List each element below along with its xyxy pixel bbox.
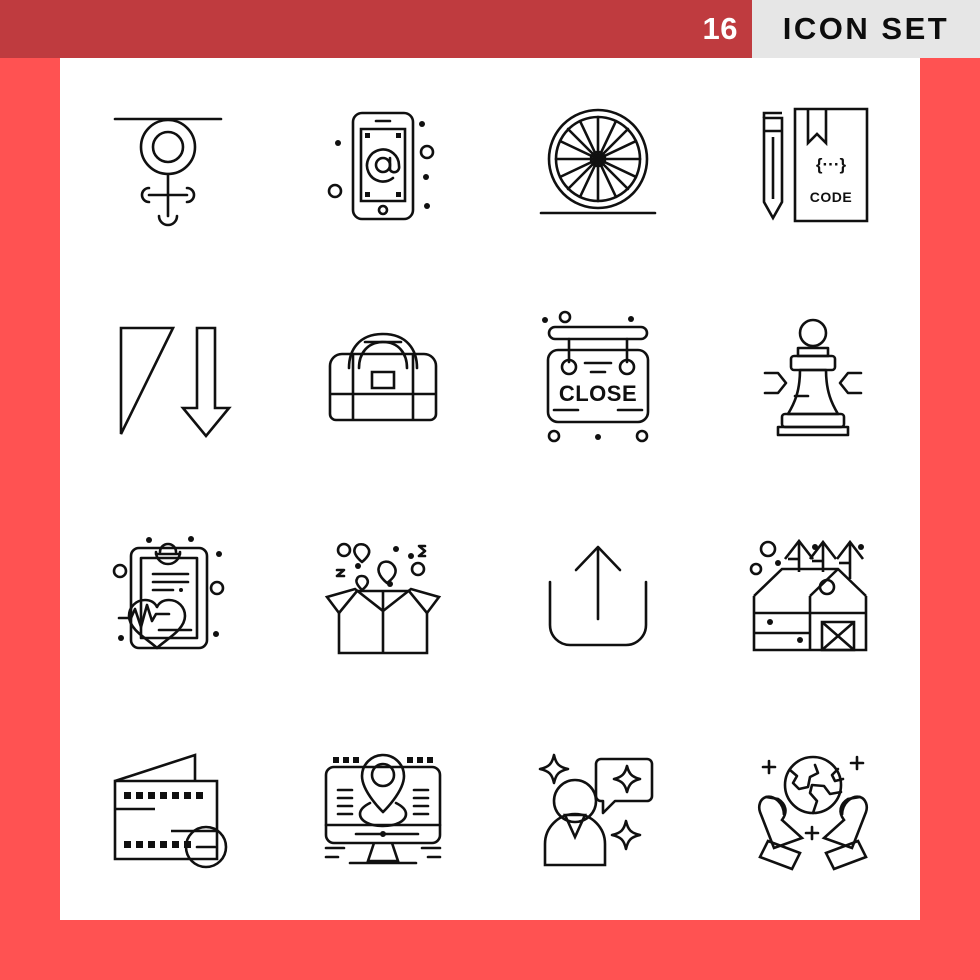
icon-cell-medical-report[interactable] — [60, 489, 275, 705]
header-bar-fill — [0, 0, 693, 58]
code-book-label: CODE — [809, 189, 851, 205]
coding-book-icon: {···} CODE — [738, 91, 888, 241]
user-testimonial-icon — [523, 737, 673, 887]
icon-cell-farm-barn[interactable] — [705, 489, 920, 705]
desktop-location-icon — [308, 737, 458, 887]
icon-count-badge: 16 — [692, 0, 752, 58]
duffel-bag-icon — [308, 306, 458, 456]
icon-grid: {···} CODE CLOSE — [60, 58, 920, 920]
poster-header: 16 ICON SET — [0, 0, 980, 58]
flag-down-arrow-icon — [93, 306, 243, 456]
icon-cell-upload-share[interactable] — [490, 489, 705, 705]
icon-cell-female-gender-symbol[interactable] — [60, 58, 275, 274]
icon-cell-hands-globe[interactable] — [705, 705, 920, 921]
icon-cell-flag-down-arrow[interactable] — [60, 274, 275, 490]
icon-cell-user-testimonial[interactable] — [490, 705, 705, 921]
icon-cell-gift-box-hearts[interactable] — [275, 489, 490, 705]
icon-cell-duffel-bag[interactable] — [275, 274, 490, 490]
poster-title: ICON SET — [752, 0, 980, 58]
chess-pawn-icon — [738, 306, 888, 456]
icon-cell-wallet-remove[interactable] — [60, 705, 275, 921]
wagon-wheel-icon — [523, 91, 673, 241]
icon-cell-close-signboard[interactable]: CLOSE — [490, 274, 705, 490]
icon-cell-chess-pawn[interactable] — [705, 274, 920, 490]
female-gender-symbol-icon — [93, 91, 243, 241]
farm-barn-icon — [738, 522, 888, 672]
hands-globe-icon — [738, 737, 888, 887]
close-sign-label: CLOSE — [558, 381, 636, 406]
gift-box-hearts-icon — [308, 522, 458, 672]
icon-cell-desktop-location[interactable] — [275, 705, 490, 921]
icon-cell-wagon-wheel[interactable] — [490, 58, 705, 274]
icon-cell-coding-book[interactable]: {···} CODE — [705, 58, 920, 274]
medical-report-icon — [93, 535, 243, 672]
mobile-email-icon — [308, 91, 458, 241]
wallet-remove-icon — [93, 737, 243, 887]
icon-cell-mobile-email[interactable] — [275, 58, 490, 274]
upload-share-icon — [523, 522, 673, 672]
close-signboard-icon: CLOSE — [541, 306, 673, 456]
icon-canvas: {···} CODE CLOSE — [60, 58, 920, 920]
icon-set-poster: 16 ICON SET {···} CODE CLOSE — [0, 0, 980, 980]
code-brace-text: {···} — [815, 155, 846, 174]
